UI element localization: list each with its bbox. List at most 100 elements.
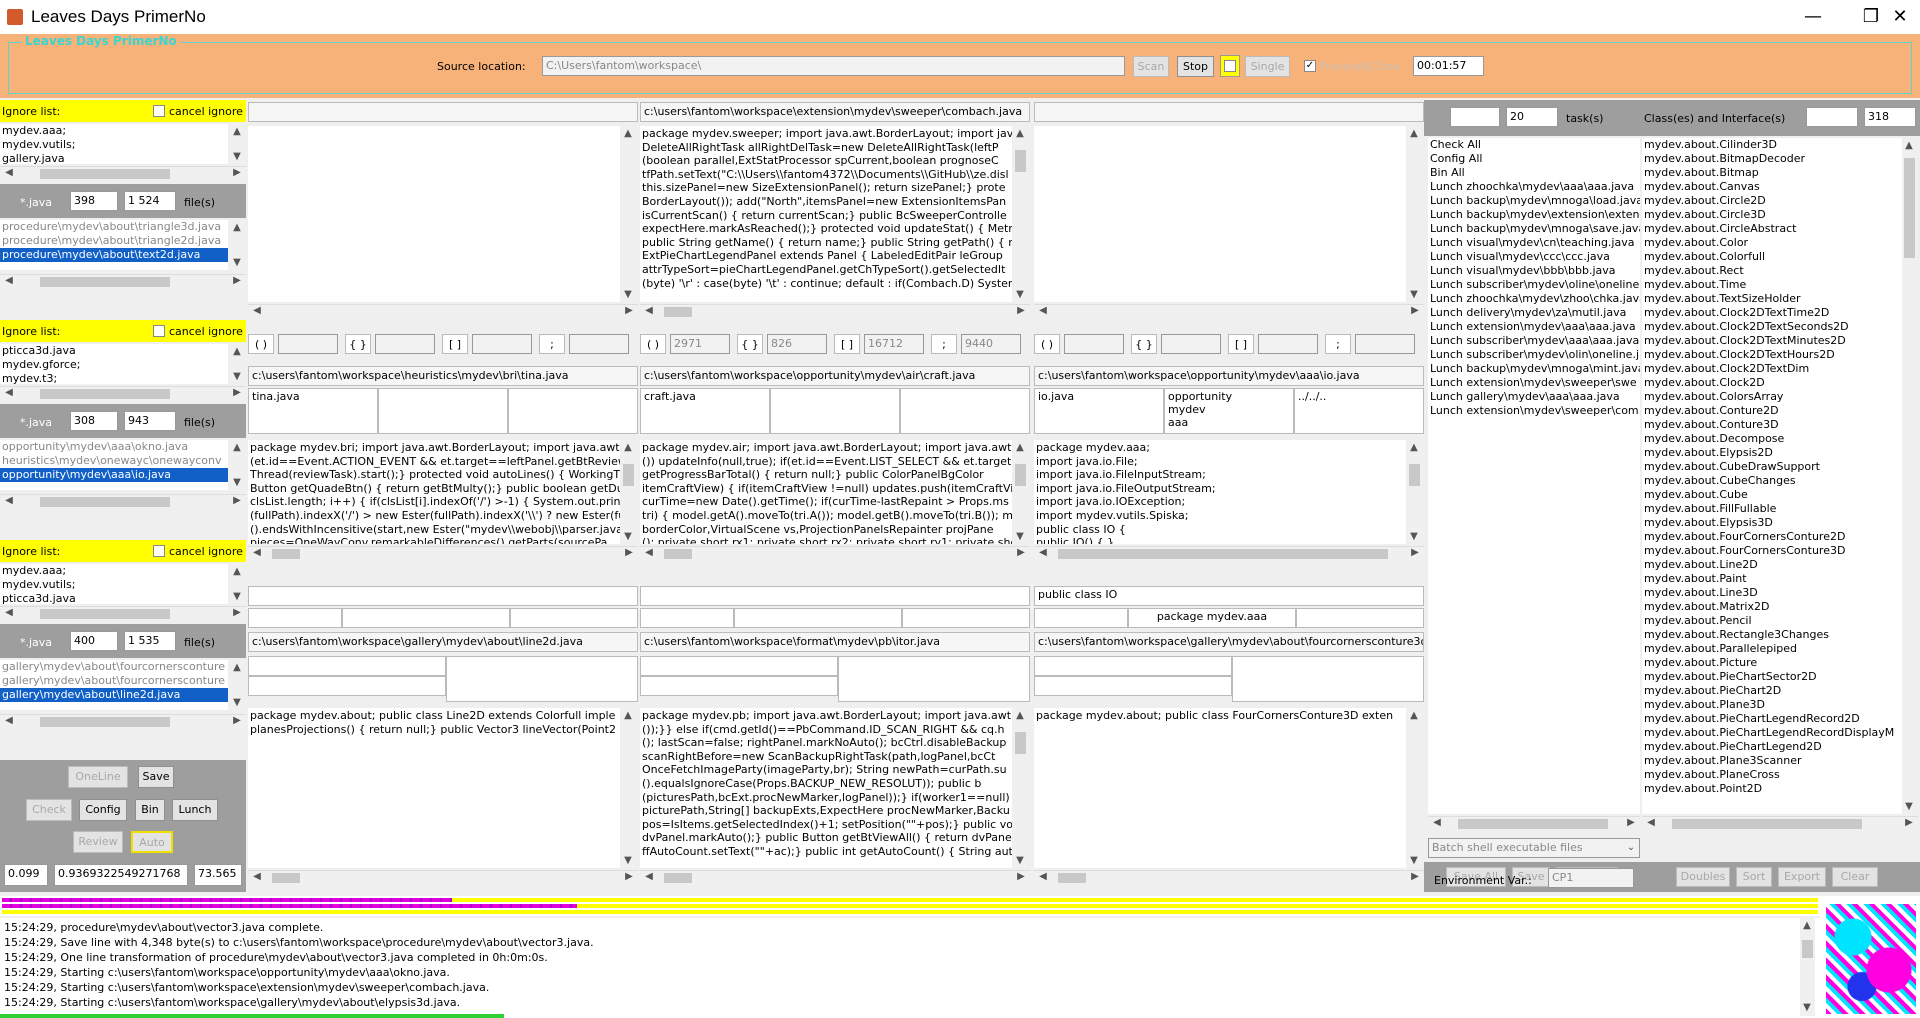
class-item[interactable]: mydev.about.Color bbox=[1642, 236, 1902, 250]
scroll-down-icon[interactable]: ▼ bbox=[1013, 289, 1027, 300]
code-view[interactable]: package mydev.about; public class Line2D… bbox=[248, 708, 620, 868]
ignore-list-item[interactable]: mydev.aaa; bbox=[0, 564, 228, 578]
scroll-thumb[interactable] bbox=[40, 609, 170, 619]
scroll-right-icon[interactable]: ▶ bbox=[1408, 305, 1422, 316]
task-list-hscroll[interactable]: ◀ ▶ bbox=[1428, 816, 1640, 830]
scroll-up-icon[interactable]: ▲ bbox=[1407, 442, 1421, 453]
scroll-down-icon[interactable]: ▼ bbox=[1407, 855, 1421, 866]
scroll-thumb[interactable] bbox=[40, 497, 170, 507]
scroll-down-icon[interactable]: ▼ bbox=[230, 697, 244, 708]
task-item[interactable]: Lunch visual\mydev\ccc\ccc.java bbox=[1428, 250, 1640, 264]
code-hscroll[interactable]: ◀ ▶ bbox=[1034, 870, 1424, 884]
batch-select[interactable]: Batch shell executable files bbox=[1428, 838, 1640, 858]
class-item[interactable]: mydev.about.Clock2DTextTime2D bbox=[1642, 306, 1902, 320]
class-item[interactable]: mydev.about.Circle2D bbox=[1642, 194, 1902, 208]
class-item[interactable]: mydev.about.Canvas bbox=[1642, 180, 1902, 194]
scroll-down-icon[interactable]: ▼ bbox=[230, 591, 244, 602]
scroll-left-icon[interactable]: ◀ bbox=[2, 275, 16, 286]
file-list-hscroll[interactable]: ◀ ▶ bbox=[0, 494, 246, 508]
code-view[interactable]: package mydev.air; import java.awt.Borde… bbox=[640, 440, 1012, 544]
ignore-list[interactable]: pticca3d.java mydev.gforce; mydev.t3; bbox=[0, 344, 228, 384]
class-item[interactable]: mydev.about.Circle3D bbox=[1642, 208, 1902, 222]
scroll-up-icon[interactable]: ▲ bbox=[621, 128, 635, 139]
scroll-down-icon[interactable]: ▼ bbox=[230, 151, 244, 162]
class-item[interactable]: mydev.about.Bitmap bbox=[1642, 166, 1902, 180]
scroll-right-icon[interactable]: ▶ bbox=[230, 387, 244, 398]
class-item[interactable]: mydev.about.Paint bbox=[1642, 572, 1902, 586]
class-list-hscroll[interactable]: ◀ ▶ bbox=[1642, 816, 1918, 830]
log-scrollbar[interactable]: ▲ ▼ bbox=[1800, 918, 1815, 1016]
export-button[interactable]: Export bbox=[1778, 867, 1826, 887]
scroll-left-icon[interactable]: ◀ bbox=[2, 495, 16, 506]
class-item[interactable]: mydev.about.Clock2DTextDim bbox=[1642, 362, 1902, 376]
class-item[interactable]: mydev.about.Time bbox=[1642, 278, 1902, 292]
class-item[interactable]: mydev.about.Rectangle3Changes bbox=[1642, 628, 1902, 642]
file-list-item[interactable]: gallery\mydev\about\line2d.java bbox=[0, 688, 228, 702]
class-item[interactable]: mydev.about.Plane3Scanner bbox=[1642, 754, 1902, 768]
scroll-thumb[interactable] bbox=[1458, 819, 1608, 829]
config-button[interactable]: Config bbox=[79, 799, 127, 821]
scroll-left-icon[interactable]: ◀ bbox=[1430, 817, 1444, 828]
scroll-left-icon[interactable]: ◀ bbox=[2, 387, 16, 398]
file-list[interactable]: gallery\mydev\about\fourcornersconture ga… bbox=[0, 660, 228, 710]
oneline-button[interactable]: OneLine bbox=[68, 766, 128, 788]
task-list[interactable]: Check All Config All Bin All Lunch zhoochka… bbox=[1428, 138, 1640, 814]
scroll-up-icon[interactable]: ▲ bbox=[621, 710, 635, 721]
scroll-thumb[interactable] bbox=[1409, 464, 1420, 486]
class-item[interactable]: mydev.about.ColorsArray bbox=[1642, 390, 1902, 404]
task-item[interactable]: Lunch extension\mydev\sweeper\swe bbox=[1428, 376, 1640, 390]
task-item[interactable]: Lunch backup\mydev\mnoga\mint.java bbox=[1428, 362, 1640, 376]
class-filter-field[interactable] bbox=[1806, 107, 1858, 127]
ignore-list-item[interactable]: mydev.aaa; bbox=[0, 124, 228, 138]
scroll-thumb[interactable] bbox=[1015, 150, 1026, 172]
class-item[interactable]: mydev.about.Picture bbox=[1642, 656, 1902, 670]
scroll-down-icon[interactable]: ▼ bbox=[621, 531, 635, 542]
ignore-list-scrollbar[interactable]: ▲ ▼ bbox=[230, 344, 245, 384]
task-item[interactable]: Lunch subscriber\mydev\aaa\aaa.java bbox=[1428, 334, 1640, 348]
class-item[interactable]: mydev.about.Cube bbox=[1642, 488, 1902, 502]
scroll-thumb[interactable] bbox=[1015, 464, 1026, 486]
scroll-up-icon[interactable]: ▲ bbox=[1013, 442, 1027, 453]
sort-button[interactable]: Sort bbox=[1736, 867, 1772, 887]
task-item[interactable]: Lunch subscriber\mydev\oline\oneline bbox=[1428, 278, 1640, 292]
scroll-right-icon[interactable]: ▶ bbox=[1014, 547, 1028, 558]
file-list-scrollbar[interactable]: ▲ ▼ bbox=[230, 220, 245, 270]
class-item[interactable]: mydev.about.Point2D bbox=[1642, 782, 1902, 796]
code-hscroll[interactable]: ◀ ▶ bbox=[248, 546, 638, 560]
auto-button[interactable]: Auto bbox=[131, 831, 173, 853]
cancel-ignore-checkbox[interactable] bbox=[153, 545, 165, 557]
scroll-thumb[interactable] bbox=[40, 277, 170, 287]
task-item[interactable]: Config All bbox=[1428, 152, 1640, 166]
file-list-item[interactable]: procedure\mydev\about\text2d.java bbox=[0, 248, 228, 262]
ignore-list-item[interactable]: pticca3d.java bbox=[0, 344, 228, 358]
code-hscroll[interactable]: ◀ ▶ bbox=[248, 870, 638, 884]
scroll-up-icon[interactable]: ▲ bbox=[1013, 710, 1027, 721]
scroll-thumb[interactable] bbox=[1904, 158, 1915, 258]
preview-close-checkbox[interactable]: ✓ bbox=[1304, 60, 1316, 72]
scroll-up-icon[interactable]: ▲ bbox=[230, 346, 244, 357]
scan-button[interactable]: Scan bbox=[1133, 56, 1169, 77]
scroll-thumb[interactable] bbox=[1058, 549, 1388, 559]
scroll-thumb[interactable] bbox=[664, 873, 692, 883]
scroll-up-icon[interactable]: ▲ bbox=[230, 566, 244, 577]
scroll-thumb[interactable] bbox=[664, 549, 692, 559]
task-item[interactable]: Lunch delivery\mydev\za\mutil.java bbox=[1428, 306, 1640, 320]
ignore-list-scrollbar[interactable]: ▲ ▼ bbox=[230, 564, 245, 604]
class-item[interactable]: mydev.about.Line2D bbox=[1642, 558, 1902, 572]
task-item[interactable]: Lunch backup\mydev\mnoga\save.java bbox=[1428, 222, 1640, 236]
scroll-left-icon[interactable]: ◀ bbox=[2, 167, 16, 178]
ignore-list-item[interactable]: mydev.t3; bbox=[0, 372, 228, 384]
class-item[interactable]: mydev.about.Elypsis2D bbox=[1642, 446, 1902, 460]
task-item[interactable]: Lunch visual\mydev\cn\teaching.java bbox=[1428, 236, 1640, 250]
task-item[interactable]: Lunch backup\mydev\extension\extens bbox=[1428, 208, 1640, 222]
class-item[interactable]: mydev.about.PieChartSector2D bbox=[1642, 670, 1902, 684]
ignore-list-item[interactable]: mydev.gforce; bbox=[0, 358, 228, 372]
class-item[interactable]: mydev.about.TextSizeHolder bbox=[1642, 292, 1902, 306]
class-item[interactable]: mydev.about.Conture2D bbox=[1642, 404, 1902, 418]
clear-button[interactable]: Clear bbox=[1832, 867, 1878, 887]
minimize-button[interactable]: — bbox=[1784, 0, 1842, 34]
code-hscroll[interactable]: ◀ ▶ bbox=[640, 546, 1030, 560]
class-item[interactable]: mydev.about.FourCornersConture3D bbox=[1642, 544, 1902, 558]
task-item[interactable]: Lunch zhoochka\mydev\zhoo\chka.java bbox=[1428, 292, 1640, 306]
class-item[interactable]: mydev.about.Parallelepiped bbox=[1642, 642, 1902, 656]
